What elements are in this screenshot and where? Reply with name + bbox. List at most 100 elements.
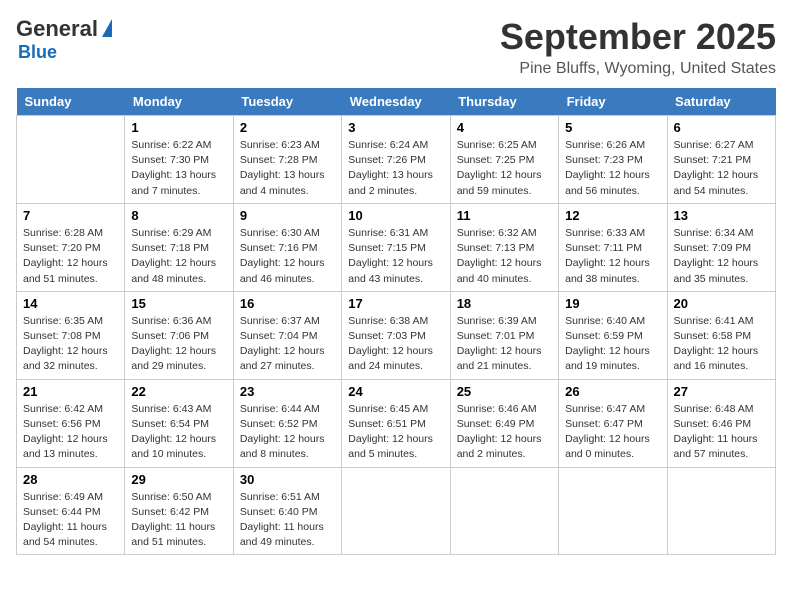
day-info: Sunrise: 6:29 AMSunset: 7:18 PMDaylight:…: [131, 226, 226, 287]
day-number: 17: [348, 296, 443, 311]
day-number: 22: [131, 384, 226, 399]
header-sunday: Sunday: [17, 88, 125, 116]
day-info: Sunrise: 6:35 AMSunset: 7:08 PMDaylight:…: [23, 314, 118, 375]
week-row-2: 7Sunrise: 6:28 AMSunset: 7:20 PMDaylight…: [17, 203, 776, 291]
header-monday: Monday: [125, 88, 233, 116]
day-number: 10: [348, 208, 443, 223]
calendar-cell: 8 Sunrise: 6:29 AMSunset: 7:18 PMDaylight…: [125, 203, 233, 291]
calendar-header-row: SundayMondayTuesdayWednesdayThursdayFrid…: [17, 88, 776, 116]
week-row-3: 14 Sunrise: 6:35 AMSunset: 7:08 PMDayligh…: [17, 291, 776, 379]
day-info: Sunrise: 6:51 AMSunset: 6:40 PMDaylight:…: [240, 490, 335, 551]
day-info: Sunrise: 6:27 AMSunset: 7:21 PMDaylight:…: [674, 138, 769, 199]
logo: General Blue: [16, 16, 112, 63]
day-info: Sunrise: 6:42 AMSunset: 6:56 PMDaylight:…: [23, 402, 118, 463]
calendar-cell: 13 Sunrise: 6:34 AMSunset: 7:09 PMDayligh…: [667, 203, 775, 291]
day-number: 23: [240, 384, 335, 399]
location-subtitle: Pine Bluffs, Wyoming, United States: [500, 60, 776, 78]
day-number: 29: [131, 472, 226, 487]
day-info: Sunrise: 6:49 AMSunset: 6:44 PMDaylight:…: [23, 490, 118, 551]
calendar-cell: 3 Sunrise: 6:24 AMSunset: 7:26 PMDaylight…: [342, 116, 450, 204]
calendar-cell: [450, 467, 558, 555]
day-number: 3: [348, 120, 443, 135]
day-info: Sunrise: 6:24 AMSunset: 7:26 PMDaylight:…: [348, 138, 443, 199]
calendar-cell: 30 Sunrise: 6:51 AMSunset: 6:40 PMDayligh…: [233, 467, 341, 555]
calendar-table: SundayMondayTuesdayWednesdayThursdayFrid…: [16, 88, 776, 555]
title-area: September 2025 Pine Bluffs, Wyoming, Uni…: [500, 16, 776, 78]
calendar-cell: 6Sunrise: 6:27 AMSunset: 7:21 PMDaylight…: [667, 116, 775, 204]
calendar-cell: 28 Sunrise: 6:49 AMSunset: 6:44 PMDayligh…: [17, 467, 125, 555]
calendar-cell: [17, 116, 125, 204]
calendar-cell: 24 Sunrise: 6:45 AMSunset: 6:51 PMDayligh…: [342, 379, 450, 467]
day-number: 9: [240, 208, 335, 223]
header-thursday: Thursday: [450, 88, 558, 116]
day-info: Sunrise: 6:39 AMSunset: 7:01 PMDaylight:…: [457, 314, 552, 375]
calendar-cell: 11 Sunrise: 6:32 AMSunset: 7:13 PMDayligh…: [450, 203, 558, 291]
logo-triangle-icon: [102, 19, 112, 37]
calendar-cell: 20 Sunrise: 6:41 AMSunset: 6:58 PMDayligh…: [667, 291, 775, 379]
calendar-cell: 19 Sunrise: 6:40 AMSunset: 6:59 PMDayligh…: [559, 291, 667, 379]
day-number: 25: [457, 384, 552, 399]
day-number: 8: [131, 208, 226, 223]
calendar-cell: 2 Sunrise: 6:23 AMSunset: 7:28 PMDaylight…: [233, 116, 341, 204]
calendar-cell: 23Sunrise: 6:44 AMSunset: 6:52 PMDayligh…: [233, 379, 341, 467]
calendar-cell: 22 Sunrise: 6:43 AMSunset: 6:54 PMDayligh…: [125, 379, 233, 467]
logo-blue-text: Blue: [18, 42, 57, 63]
page-header: General Blue September 2025 Pine Bluffs,…: [16, 16, 776, 78]
day-number: 27: [674, 384, 769, 399]
day-number: 30: [240, 472, 335, 487]
day-number: 19: [565, 296, 660, 311]
day-info: Sunrise: 6:43 AMSunset: 6:54 PMDaylight:…: [131, 402, 226, 463]
day-info: Sunrise: 6:40 AMSunset: 6:59 PMDaylight:…: [565, 314, 660, 375]
calendar-cell: 9Sunrise: 6:30 AMSunset: 7:16 PMDaylight…: [233, 203, 341, 291]
day-number: 11: [457, 208, 552, 223]
day-number: 13: [674, 208, 769, 223]
calendar-cell: 7Sunrise: 6:28 AMSunset: 7:20 PMDaylight…: [17, 203, 125, 291]
day-number: 5: [565, 120, 660, 135]
calendar-cell: [342, 467, 450, 555]
day-number: 14: [23, 296, 118, 311]
day-info: Sunrise: 6:36 AMSunset: 7:06 PMDaylight:…: [131, 314, 226, 375]
calendar-cell: 5 Sunrise: 6:26 AMSunset: 7:23 PMDaylight…: [559, 116, 667, 204]
day-info: Sunrise: 6:23 AMSunset: 7:28 PMDaylight:…: [240, 138, 335, 199]
calendar-cell: 14 Sunrise: 6:35 AMSunset: 7:08 PMDayligh…: [17, 291, 125, 379]
calendar-cell: 1Sunrise: 6:22 AMSunset: 7:30 PMDaylight…: [125, 116, 233, 204]
calendar-cell: 4 Sunrise: 6:25 AMSunset: 7:25 PMDaylight…: [450, 116, 558, 204]
calendar-cell: 27 Sunrise: 6:48 AMSunset: 6:46 PMDayligh…: [667, 379, 775, 467]
header-friday: Friday: [559, 88, 667, 116]
day-info: Sunrise: 6:33 AMSunset: 7:11 PMDaylight:…: [565, 226, 660, 287]
calendar-cell: 10 Sunrise: 6:31 AMSunset: 7:15 PMDayligh…: [342, 203, 450, 291]
calendar-cell: 16 Sunrise: 6:37 AMSunset: 7:04 PMDayligh…: [233, 291, 341, 379]
day-info: Sunrise: 6:37 AMSunset: 7:04 PMDaylight:…: [240, 314, 335, 375]
day-number: 18: [457, 296, 552, 311]
week-row-1: 1Sunrise: 6:22 AMSunset: 7:30 PMDaylight…: [17, 116, 776, 204]
day-info: Sunrise: 6:41 AMSunset: 6:58 PMDaylight:…: [674, 314, 769, 375]
day-info: Sunrise: 6:31 AMSunset: 7:15 PMDaylight:…: [348, 226, 443, 287]
day-number: 21: [23, 384, 118, 399]
day-number: 7: [23, 208, 118, 223]
calendar-cell: 12Sunrise: 6:33 AMSunset: 7:11 PMDayligh…: [559, 203, 667, 291]
day-number: 1: [131, 120, 226, 135]
day-number: 24: [348, 384, 443, 399]
day-number: 15: [131, 296, 226, 311]
day-number: 2: [240, 120, 335, 135]
day-info: Sunrise: 6:45 AMSunset: 6:51 PMDaylight:…: [348, 402, 443, 463]
calendar-cell: 25Sunrise: 6:46 AMSunset: 6:49 PMDayligh…: [450, 379, 558, 467]
day-number: 20: [674, 296, 769, 311]
day-info: Sunrise: 6:48 AMSunset: 6:46 PMDaylight:…: [674, 402, 769, 463]
calendar-cell: [559, 467, 667, 555]
day-info: Sunrise: 6:26 AMSunset: 7:23 PMDaylight:…: [565, 138, 660, 199]
calendar-cell: 15 Sunrise: 6:36 AMSunset: 7:06 PMDayligh…: [125, 291, 233, 379]
header-wednesday: Wednesday: [342, 88, 450, 116]
day-info: Sunrise: 6:32 AMSunset: 7:13 PMDaylight:…: [457, 226, 552, 287]
calendar-cell: 29Sunrise: 6:50 AMSunset: 6:42 PMDayligh…: [125, 467, 233, 555]
day-info: Sunrise: 6:25 AMSunset: 7:25 PMDaylight:…: [457, 138, 552, 199]
day-info: Sunrise: 6:34 AMSunset: 7:09 PMDaylight:…: [674, 226, 769, 287]
day-number: 4: [457, 120, 552, 135]
header-tuesday: Tuesday: [233, 88, 341, 116]
day-number: 28: [23, 472, 118, 487]
day-info: Sunrise: 6:47 AMSunset: 6:47 PMDaylight:…: [565, 402, 660, 463]
day-number: 26: [565, 384, 660, 399]
day-number: 16: [240, 296, 335, 311]
month-title: September 2025: [500, 16, 776, 58]
calendar-cell: 21 Sunrise: 6:42 AMSunset: 6:56 PMDayligh…: [17, 379, 125, 467]
